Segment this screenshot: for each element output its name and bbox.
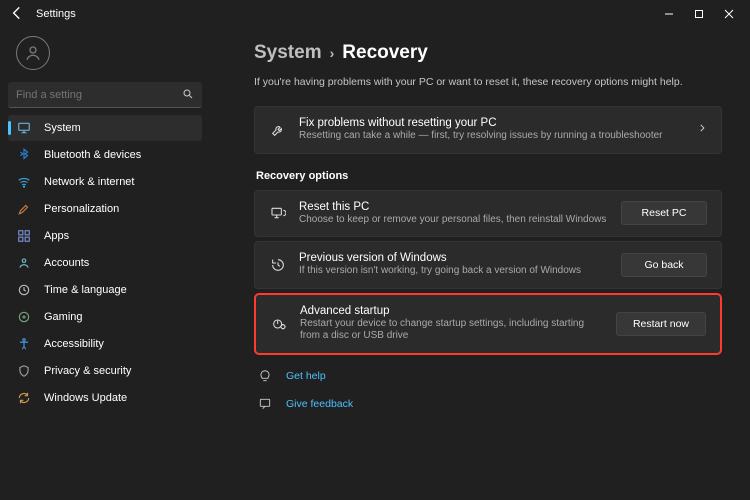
breadcrumb: System › Recovery	[254, 42, 722, 64]
reset-icon	[267, 205, 289, 221]
restart-now-button[interactable]: Restart now	[616, 312, 706, 336]
reset-pc-card: Reset this PC Choose to keep or remove y…	[254, 190, 722, 238]
card-desc: Choose to keep or remove your personal f…	[299, 214, 611, 227]
sidebar-item-label: Windows Update	[44, 392, 127, 404]
previous-version-card: Previous version of Windows If this vers…	[254, 241, 722, 289]
sidebar-item-label: Bluetooth & devices	[44, 149, 141, 161]
sidebar-item-system[interactable]: System	[8, 115, 202, 141]
wrench-icon	[267, 122, 289, 138]
sidebar-item-label: Gaming	[44, 311, 83, 323]
window-title: Settings	[36, 8, 76, 20]
accounts-icon	[16, 255, 32, 271]
card-title: Previous version of Windows	[299, 252, 611, 264]
sidebar-nav: System Bluetooth & devices Network & int…	[8, 114, 202, 412]
minimize-button[interactable]	[654, 0, 684, 28]
search-box[interactable]	[8, 82, 202, 108]
card-desc: Restart your device to change startup se…	[300, 318, 606, 343]
sidebar-item-label: System	[44, 122, 81, 134]
maximize-button[interactable]	[684, 0, 714, 28]
update-icon	[16, 390, 32, 406]
bluetooth-icon	[16, 147, 32, 163]
help-icon	[254, 369, 276, 383]
card-title: Fix problems without resetting your PC	[299, 117, 687, 129]
main-panel: System › Recovery If you're having probl…	[210, 28, 750, 500]
titlebar: Settings	[0, 0, 750, 28]
close-button[interactable]	[714, 0, 744, 28]
give-feedback-link[interactable]: Give feedback	[254, 393, 722, 415]
chevron-right-icon: ›	[330, 45, 335, 61]
search-input[interactable]	[8, 82, 202, 107]
sidebar-item-accessibility[interactable]: Accessibility	[8, 331, 202, 357]
sidebar-item-label: Accessibility	[44, 338, 104, 350]
card-desc: If this version isn't working, try going…	[299, 265, 611, 278]
clock-icon	[16, 282, 32, 298]
reset-pc-button[interactable]: Reset PC	[621, 201, 707, 225]
search-icon	[182, 88, 194, 103]
sidebar-item-accounts[interactable]: Accounts	[8, 250, 202, 276]
fix-problems-card[interactable]: Fix problems without resetting your PC R…	[254, 106, 722, 154]
apps-icon	[16, 228, 32, 244]
chevron-right-icon	[697, 123, 707, 136]
link-label: Give feedback	[286, 398, 353, 410]
sidebar-item-network[interactable]: Network & internet	[8, 169, 202, 195]
sidebar-item-label: Personalization	[44, 203, 119, 215]
intro-text: If you're having problems with your PC o…	[254, 76, 722, 88]
sidebar-item-bluetooth[interactable]: Bluetooth & devices	[8, 142, 202, 168]
advanced-startup-card: Advanced startup Restart your device to …	[254, 293, 722, 355]
get-help-link[interactable]: Get help	[254, 365, 722, 387]
back-button[interactable]	[8, 4, 26, 25]
link-label: Get help	[286, 370, 326, 382]
sidebar-item-label: Apps	[44, 230, 69, 242]
sidebar-item-privacy[interactable]: Privacy & security	[8, 358, 202, 384]
breadcrumb-parent[interactable]: System	[254, 42, 322, 64]
recovery-options-heading: Recovery options	[256, 170, 722, 182]
sidebar-item-label: Network & internet	[44, 176, 134, 188]
wifi-icon	[16, 174, 32, 190]
breadcrumb-current: Recovery	[342, 42, 428, 64]
gaming-icon	[16, 309, 32, 325]
power-settings-icon	[268, 316, 290, 332]
sidebar-item-apps[interactable]: Apps	[8, 223, 202, 249]
avatar[interactable]	[16, 36, 50, 70]
brush-icon	[16, 201, 32, 217]
card-desc: Resetting can take a while — first, try …	[299, 130, 687, 143]
sidebar-item-label: Time & language	[44, 284, 127, 296]
go-back-button[interactable]: Go back	[621, 253, 707, 277]
sidebar-item-update[interactable]: Windows Update	[8, 385, 202, 411]
history-icon	[267, 257, 289, 273]
card-title: Advanced startup	[300, 305, 606, 317]
sidebar-item-personalization[interactable]: Personalization	[8, 196, 202, 222]
sidebar-item-gaming[interactable]: Gaming	[8, 304, 202, 330]
sidebar: System Bluetooth & devices Network & int…	[0, 28, 210, 500]
shield-icon	[16, 363, 32, 379]
feedback-icon	[254, 397, 276, 411]
card-title: Reset this PC	[299, 201, 611, 213]
sidebar-item-label: Privacy & security	[44, 365, 131, 377]
system-icon	[16, 120, 32, 136]
accessibility-icon	[16, 336, 32, 352]
sidebar-item-label: Accounts	[44, 257, 89, 269]
sidebar-item-time[interactable]: Time & language	[8, 277, 202, 303]
